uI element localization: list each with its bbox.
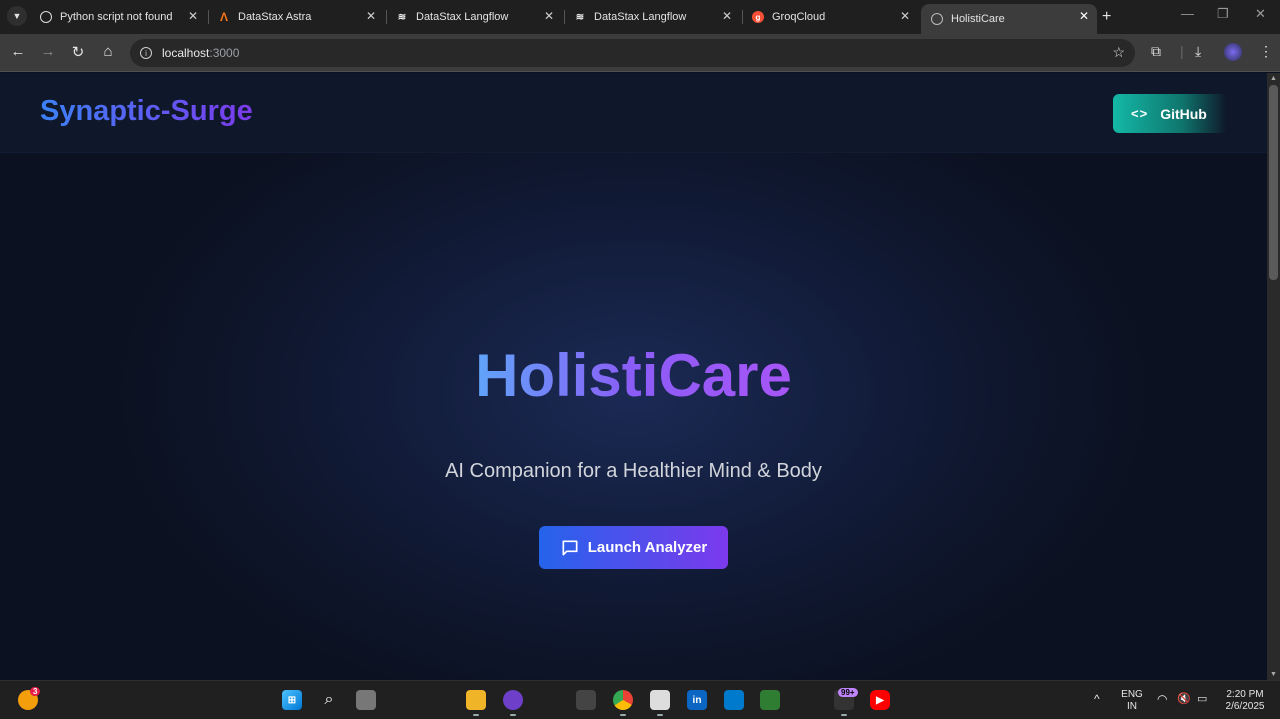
brand-logo-text[interactable]: Synaptic-Surge bbox=[40, 95, 253, 128]
notepad-icon[interactable] bbox=[760, 690, 780, 710]
langflow-icon: ≋ bbox=[397, 11, 407, 23]
running-indicator bbox=[473, 714, 479, 716]
launch-analyzer-label: Launch Analyzer bbox=[587, 539, 708, 556]
notification-badge: 3 bbox=[30, 687, 41, 696]
close-tab-icon[interactable]: ✕ bbox=[900, 9, 910, 23]
github-button[interactable]: <> GitHub bbox=[1113, 94, 1227, 133]
close-tab-icon[interactable]: ✕ bbox=[1079, 9, 1089, 23]
windows-start-icon[interactable]: ⊞ bbox=[282, 690, 302, 710]
tab-python-script[interactable]: Python script not found ✕ bbox=[30, 4, 206, 30]
language-code: ENG bbox=[1121, 689, 1143, 700]
site-header: Synaptic-Surge <> GitHub bbox=[0, 73, 1267, 153]
site-info-icon[interactable]: i bbox=[140, 47, 152, 59]
tab-datastax-langflow-2[interactable]: ≋ DataStax Langflow ✕ bbox=[564, 4, 740, 30]
tab-datastax-langflow-1[interactable]: ≋ DataStax Langflow ✕ bbox=[386, 4, 562, 30]
running-indicator bbox=[657, 714, 663, 716]
language-indicator[interactable]: ENG IN bbox=[1120, 689, 1144, 713]
tab-title: HolistiCare bbox=[951, 13, 1005, 25]
tab-title: GroqCloud bbox=[772, 11, 826, 23]
hero-title-text: HolistiCare bbox=[475, 342, 792, 409]
region-code: IN bbox=[1127, 701, 1137, 712]
home-icon[interactable]: ⌂ bbox=[98, 43, 118, 60]
browser-tab-strip: ▼ Python script not found ✕ Λ DataStax A… bbox=[0, 0, 1280, 34]
github-desktop-icon[interactable] bbox=[503, 690, 523, 710]
forward-arrow-icon[interactable]: → bbox=[38, 43, 58, 60]
tab-groqcloud[interactable]: g GroqCloud ✕ bbox=[742, 4, 918, 30]
tab-title: DataStax Langflow bbox=[416, 11, 509, 23]
new-tab-plus-icon[interactable]: + bbox=[1102, 8, 1111, 26]
profile-avatar[interactable] bbox=[1224, 43, 1242, 61]
groq-icon: g bbox=[752, 11, 764, 23]
tab-datastax-astra[interactable]: Λ DataStax Astra ✕ bbox=[208, 4, 384, 30]
minimize-icon[interactable]: — bbox=[1181, 6, 1194, 21]
address-bar[interactable]: i localhost :3000 ☆ bbox=[130, 39, 1135, 67]
url-port: :3000 bbox=[209, 46, 240, 60]
scroll-up-arrow-icon[interactable]: ▲ bbox=[1270, 75, 1277, 82]
vscode-icon[interactable] bbox=[724, 690, 744, 710]
back-arrow-icon[interactable]: ← bbox=[8, 43, 28, 60]
langflow-icon: ≋ bbox=[575, 11, 585, 23]
openai-icon bbox=[40, 11, 52, 23]
browser-toolbar: ← → ↻ ⌂ i localhost :3000 ☆ ⧉ | ⤓ ⋮ bbox=[0, 34, 1280, 72]
running-indicator bbox=[510, 714, 516, 716]
file-explorer-icon[interactable] bbox=[466, 690, 486, 710]
close-window-icon[interactable]: ✕ bbox=[1255, 6, 1266, 22]
clock-date: 2/6/2025 bbox=[1225, 701, 1265, 712]
page-viewport: Synaptic-Surge <> GitHub HolistiCare AI … bbox=[0, 73, 1267, 680]
tab-title: Python script not found bbox=[60, 11, 173, 23]
store-badge: 99+ bbox=[838, 688, 858, 697]
unity-icon[interactable] bbox=[576, 690, 596, 710]
github-button-label: GitHub bbox=[1160, 105, 1207, 122]
youtube-icon[interactable]: ▶ bbox=[870, 690, 890, 710]
running-indicator bbox=[620, 714, 626, 716]
tray-overflow-chevron-icon[interactable]: ^ bbox=[1094, 693, 1100, 705]
hero-subtitle: AI Companion for a Healthier Mind & Body bbox=[445, 460, 822, 482]
launch-analyzer-button[interactable]: Launch Analyzer bbox=[539, 526, 728, 569]
close-tab-icon[interactable]: ✕ bbox=[722, 9, 732, 23]
tab-holisticare[interactable]: HolistiCare ✕ bbox=[921, 4, 1097, 34]
running-indicator bbox=[841, 714, 847, 716]
url-host: localhost bbox=[162, 46, 210, 60]
page-scrollbar[interactable]: ▲ ▼ bbox=[1267, 73, 1280, 680]
code-brackets-icon: <> bbox=[1131, 106, 1149, 121]
close-tab-icon[interactable]: ✕ bbox=[188, 9, 198, 23]
speaker-muted-icon[interactable]: 🔇 bbox=[1177, 693, 1191, 705]
windows-taskbar: 3 ⊞ ⌕ in 99+ ▶ ^ ENG IN ◠ 🔇 ▭ 2:20 PM 2/… bbox=[0, 680, 1280, 719]
browser-menu-icon[interactable]: ⋮ bbox=[1259, 43, 1273, 60]
tab-title: DataStax Astra bbox=[238, 11, 312, 23]
extensions-puzzle-icon[interactable]: ⧉ bbox=[1151, 43, 1161, 60]
tab-search-chevron-icon[interactable]: ▼ bbox=[7, 6, 27, 26]
clock-time: 2:20 PM bbox=[1226, 689, 1264, 700]
restore-icon[interactable]: ❐ bbox=[1217, 6, 1229, 22]
search-icon[interactable]: ⌕ bbox=[319, 690, 339, 710]
snipping-tool-icon[interactable] bbox=[650, 690, 670, 710]
chrome-icon[interactable] bbox=[613, 690, 633, 710]
reload-icon[interactable]: ↻ bbox=[68, 43, 88, 61]
clock[interactable]: 2:20 PM 2/6/2025 bbox=[1220, 689, 1270, 713]
bookmark-star-icon[interactable]: ☆ bbox=[1112, 44, 1125, 61]
battery-icon[interactable]: ▭ bbox=[1197, 693, 1207, 705]
linkedin-icon[interactable]: in bbox=[687, 690, 707, 710]
scrollbar-thumb[interactable] bbox=[1269, 85, 1278, 280]
wifi-icon[interactable]: ◠ bbox=[1157, 693, 1167, 705]
task-view-icon[interactable] bbox=[356, 690, 376, 710]
scroll-down-arrow-icon[interactable]: ▼ bbox=[1270, 671, 1277, 678]
chat-bubble-icon bbox=[562, 540, 578, 555]
tab-title: DataStax Langflow bbox=[594, 11, 687, 23]
hero-title: HolistiCare bbox=[0, 341, 1267, 410]
astra-icon: Λ bbox=[219, 10, 228, 24]
toolbar-divider: | bbox=[1180, 43, 1184, 59]
close-tab-icon[interactable]: ✕ bbox=[366, 9, 376, 23]
download-icon[interactable]: ⤓ bbox=[1195, 43, 1201, 60]
globe-icon bbox=[931, 13, 943, 25]
close-tab-icon[interactable]: ✕ bbox=[544, 9, 554, 23]
